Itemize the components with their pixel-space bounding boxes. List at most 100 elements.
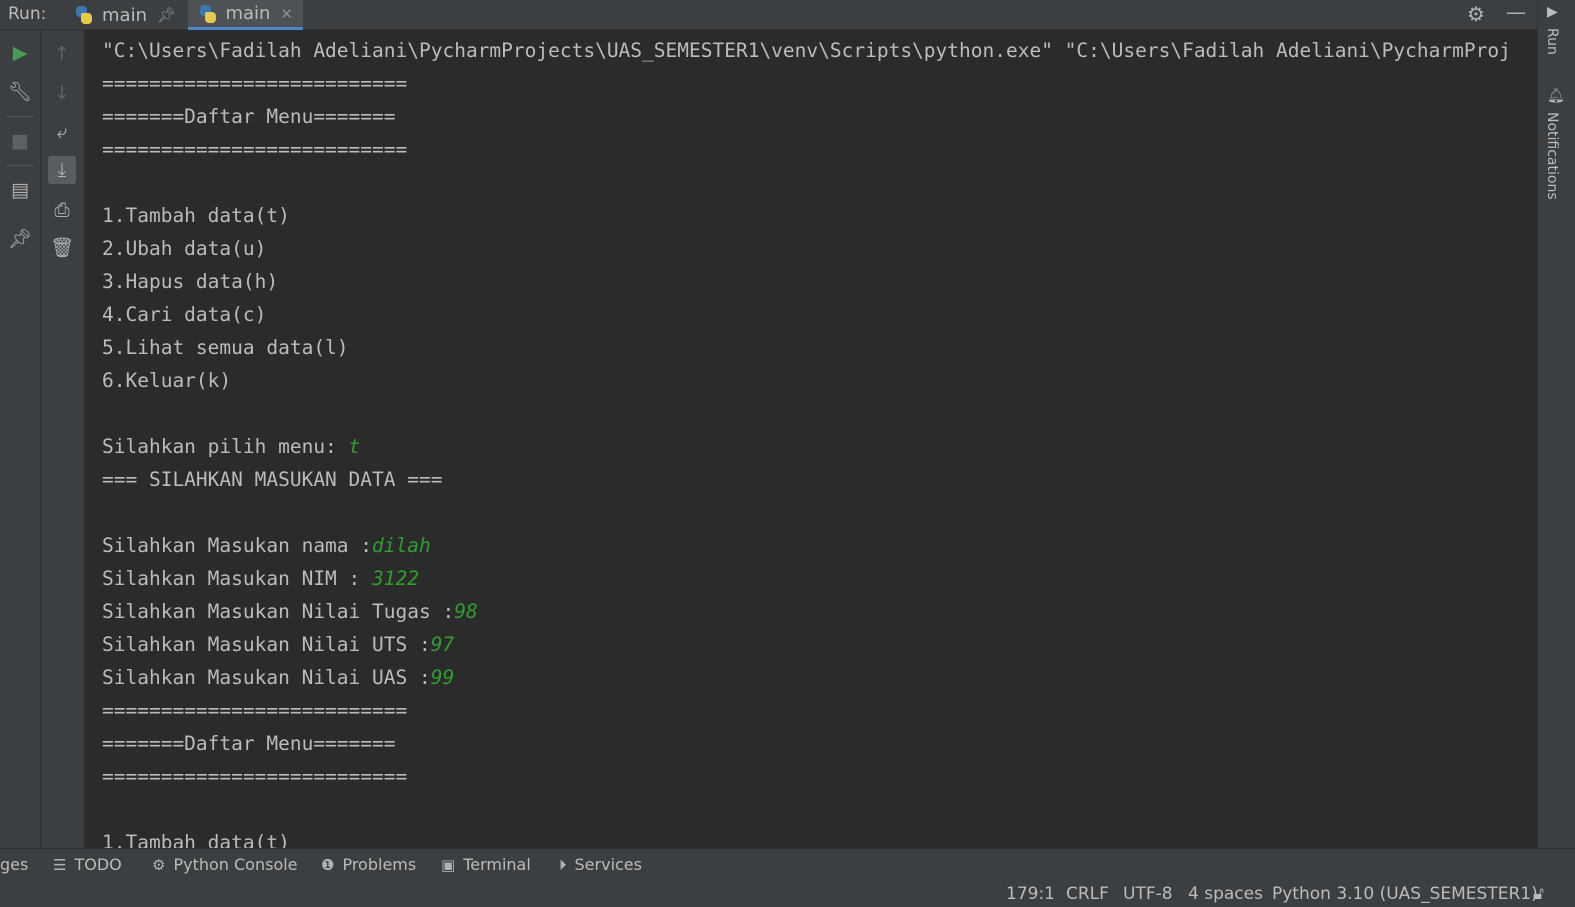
arrow-down-icon[interactable]: ↓ bbox=[48, 79, 76, 107]
right-tool-stripe: ▶ Run 🔔︎ Notifications bbox=[1537, 0, 1575, 848]
output-text: Silahkan Masukan nama : bbox=[102, 534, 373, 557]
run-stripe-label[interactable]: Run bbox=[1544, 28, 1560, 55]
console-line: 1.Tambah data(t) bbox=[102, 199, 1511, 232]
trash-icon[interactable]: 🗑︎ bbox=[48, 234, 76, 262]
user-input: 98 bbox=[454, 600, 478, 623]
caret-position[interactable]: 179:1 bbox=[1006, 884, 1055, 904]
run-toolbar: Run: main 📌︎ main ✕ ⚙ — bbox=[0, 0, 1575, 30]
console-line: ========================== bbox=[102, 760, 1511, 793]
problems-icon: ❶ bbox=[321, 855, 335, 874]
output-text: Silahkan Masukan Nilai UTS : bbox=[102, 633, 431, 656]
console-line: ========================== bbox=[102, 67, 1511, 100]
lock-icon[interactable]: 🔓︎ bbox=[1533, 884, 1544, 904]
console-line: Silahkan Masukan Nilai Tugas :98 bbox=[102, 595, 1511, 628]
list-icon: ☰ bbox=[53, 855, 67, 874]
gear-icon[interactable]: ⚙ bbox=[1467, 2, 1485, 26]
output-text: ========================== bbox=[102, 699, 408, 722]
run-label: Run: bbox=[8, 4, 47, 24]
services-icon: ⏵ bbox=[559, 855, 567, 874]
file-encoding[interactable]: UTF-8 bbox=[1123, 884, 1173, 904]
output-text: Silahkan Masukan Nilai UAS : bbox=[102, 666, 431, 689]
python-interpreter[interactable]: Python 3.10 (UAS_SEMESTER1) bbox=[1272, 884, 1538, 904]
console-line: 1.Tambah data(t) bbox=[102, 826, 1511, 848]
console-line: Silahkan Masukan Nilai UAS :99 bbox=[102, 661, 1511, 694]
tab-label: main bbox=[225, 3, 271, 24]
run-tab-main-pinned[interactable]: main 📌︎ bbox=[64, 0, 186, 30]
output-text: ========================== bbox=[102, 72, 408, 95]
close-icon[interactable]: ✕ bbox=[280, 5, 293, 23]
stop-icon[interactable]: ■ bbox=[6, 127, 34, 155]
output-text: Silahkan pilih menu: bbox=[102, 435, 349, 458]
console-line: ========================== bbox=[102, 694, 1511, 727]
layout-icon[interactable]: ▤ bbox=[6, 176, 34, 204]
run-stripe-icon[interactable]: ▶ bbox=[1547, 4, 1558, 20]
pin-icon[interactable]: 📌︎ bbox=[157, 6, 176, 24]
output-text: 1.Tambah data(t) bbox=[102, 204, 290, 227]
output-text: =======Daftar Menu======= bbox=[102, 732, 396, 755]
console-line: 5.Lihat semua data(l) bbox=[102, 331, 1511, 364]
user-input: t bbox=[348, 435, 361, 458]
bell-icon[interactable]: 🔔︎ bbox=[1547, 88, 1565, 104]
output-text: 6.Keluar(k) bbox=[102, 369, 232, 392]
user-input: 97 bbox=[430, 633, 455, 656]
output-text: 3.Hapus data(h) bbox=[102, 270, 279, 293]
rerun-icon[interactable]: ▶ bbox=[6, 39, 34, 67]
console-line: =======Daftar Menu======= bbox=[102, 100, 1511, 133]
console-line: 2.Ubah data(u) bbox=[102, 232, 1511, 265]
user-input: 99 bbox=[430, 666, 455, 689]
tool-python-console[interactable]: ⚙ Python Console bbox=[152, 855, 298, 874]
arrow-up-icon[interactable]: ↑ bbox=[48, 40, 76, 68]
status-bar: 179:1 CRLF UTF-8 4 spaces Python 3.10 (U… bbox=[0, 881, 1575, 907]
tool-problems[interactable]: ❶ Problems bbox=[321, 855, 416, 874]
scroll-to-end-icon[interactable]: ⤓ bbox=[48, 156, 76, 184]
console-line: Silahkan Masukan NIM : 3122 bbox=[102, 562, 1511, 595]
soft-wrap-icon[interactable]: ⤶ bbox=[48, 118, 76, 146]
terminal-icon: ▣ bbox=[441, 855, 456, 874]
pin-tab-icon[interactable]: 📌︎ bbox=[6, 225, 34, 253]
run-actions-gutter: ▶ 🔧︎ ■ ▤ 📌︎ bbox=[0, 30, 41, 848]
line-separator[interactable]: CRLF bbox=[1066, 884, 1109, 904]
output-text: ========================== bbox=[102, 765, 408, 788]
tool-changes[interactable]: ges bbox=[0, 855, 28, 874]
console-line: =======Daftar Menu======= bbox=[102, 727, 1511, 760]
output-text: 1.Tambah data(t) bbox=[102, 831, 290, 848]
indent-setting[interactable]: 4 spaces bbox=[1188, 884, 1263, 904]
output-text: Silahkan Masukan NIM : bbox=[102, 567, 373, 590]
notifications-stripe-label[interactable]: Notifications bbox=[1544, 112, 1560, 200]
console-lines: "C:\Users\Fadilah Adeliani\PycharmProjec… bbox=[102, 34, 1511, 848]
output-text: ========================== bbox=[102, 138, 408, 161]
python-icon bbox=[74, 5, 94, 25]
console-line: 6.Keluar(k) bbox=[102, 364, 1511, 397]
output-text: 4.Cari data(c) bbox=[102, 303, 267, 326]
output-text: Silahkan Masukan Nilai Tugas : bbox=[102, 600, 455, 623]
console-line: 4.Cari data(c) bbox=[102, 298, 1511, 331]
output-text: "C:\Users\Fadilah Adeliani\PycharmProjec… bbox=[102, 39, 1511, 62]
user-input: dilah bbox=[372, 534, 431, 557]
tool-windows-bar: ges ☰ TODO ⚙ Python Console ❶ Problems ▣ Ter… bbox=[0, 848, 1575, 881]
output-text: =======Daftar Menu======= bbox=[102, 105, 396, 128]
console-line: Silahkan Masukan nama :dilah bbox=[102, 529, 1511, 562]
wrench-icon[interactable]: 🔧︎ bbox=[6, 78, 34, 106]
user-input: 3122 bbox=[372, 567, 419, 590]
console-line: ========================== bbox=[102, 133, 1511, 166]
print-icon[interactable]: ⎙ bbox=[48, 196, 76, 224]
tool-todo[interactable]: ☰ TODO bbox=[53, 855, 122, 874]
output-text: === SILAHKAN MASUKAN DATA === bbox=[102, 468, 443, 491]
output-text: 2.Ubah data(u) bbox=[102, 237, 267, 260]
tool-services[interactable]: ⏵ Services bbox=[559, 855, 642, 874]
python-console-icon: ⚙ bbox=[152, 855, 166, 874]
tab-label: main bbox=[102, 4, 147, 26]
minimize-icon[interactable]: — bbox=[1506, 0, 1526, 24]
run-tab-main-active[interactable]: main ✕ bbox=[188, 0, 303, 30]
console-output[interactable]: "C:\Users\Fadilah Adeliani\PycharmProjec… bbox=[84, 30, 1536, 848]
console-line: Silahkan Masukan Nilai UTS :97 bbox=[102, 628, 1511, 661]
python-icon bbox=[198, 4, 217, 24]
console-actions-gutter: ↑ ↓ ⤶ ⤓ ⎙ 🗑︎ bbox=[41, 30, 84, 848]
tool-terminal[interactable]: ▣ Terminal bbox=[441, 855, 531, 874]
console-line: "C:\Users\Fadilah Adeliani\PycharmProjec… bbox=[102, 34, 1511, 67]
console-line: === SILAHKAN MASUKAN DATA === bbox=[102, 463, 1511, 496]
